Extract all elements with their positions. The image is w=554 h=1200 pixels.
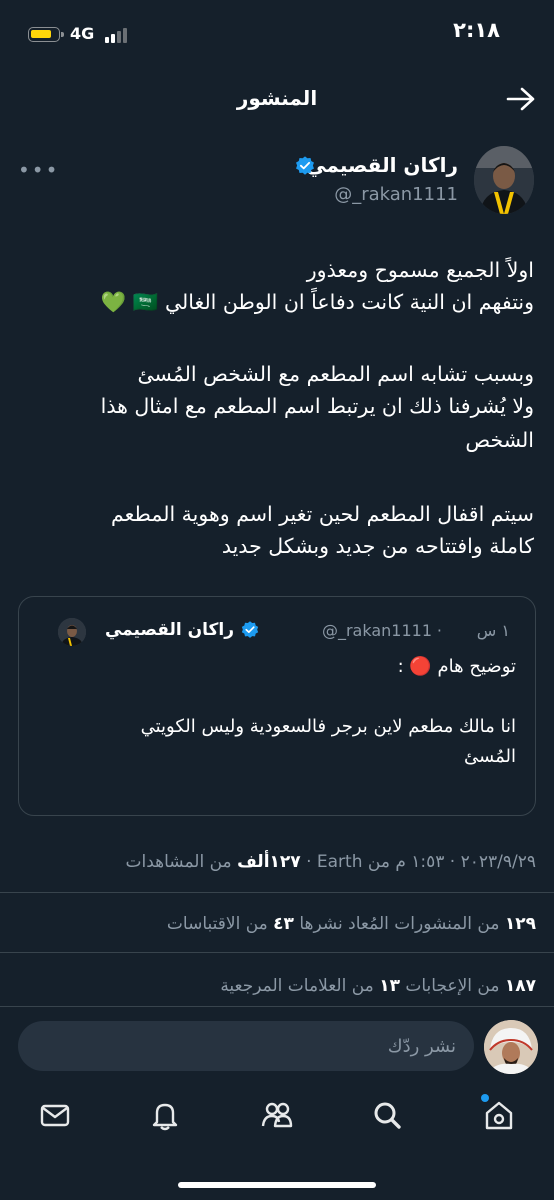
reply-placeholder[interactable]: نشر ردّك: [388, 1036, 456, 1057]
quoted-body-line: توضيح هام 🔴 :: [397, 656, 516, 677]
post-body-line: الشخص: [465, 428, 534, 452]
quoted-post-card[interactable]: [18, 596, 536, 816]
quotes-count: ٤٣: [273, 914, 294, 934]
post-body-line: كاملة وافتتاحه من جديد وبشكل جديد: [221, 534, 534, 558]
quoted-author-handle: @_rakan1111: [321, 621, 432, 640]
likes-count: ١٨٧: [504, 976, 536, 996]
author-name[interactable]: راكان القصيمي: [306, 153, 458, 177]
current-user-avatar[interactable]: [484, 1020, 538, 1074]
divider: [0, 952, 554, 953]
reposts-count: ١٢٩: [504, 914, 536, 934]
quoted-post-time: ١ س: [476, 621, 510, 640]
views-label: من المشاهدات: [125, 852, 232, 872]
author-handle[interactable]: @_rakan1111: [334, 184, 458, 205]
page-title: المنشور: [236, 86, 318, 110]
bookmarks-label[interactable]: من العلامات المرجعية: [220, 976, 373, 996]
reposts-label[interactable]: من المنشورات المُعاد نشرها: [299, 914, 499, 934]
post-body-line: ولا يُشرفنا ذلك ان يرتبط اسم المطعم مع ا…: [100, 394, 534, 418]
stats-row-likes: ١٨٧ من الإعجابات ١٣ من العلامات المرجعية: [220, 976, 536, 996]
people-icon[interactable]: [260, 1098, 294, 1132]
verified-badge-icon: [296, 156, 314, 175]
divider: [0, 1006, 554, 1007]
notification-dot: [481, 1094, 489, 1102]
quoted-body-line: المُسئ: [464, 746, 516, 767]
search-icon[interactable]: [370, 1098, 404, 1132]
quotes-label[interactable]: من الاقتباسات: [167, 914, 268, 934]
quoted-separator-dot: ·: [436, 621, 442, 640]
signal-icon: [105, 27, 127, 43]
post-source: من Earth: [316, 852, 390, 872]
mail-icon[interactable]: [38, 1098, 72, 1132]
bell-icon[interactable]: [148, 1098, 182, 1132]
home-indicator[interactable]: [178, 1182, 376, 1188]
more-options-icon[interactable]: •••: [18, 158, 59, 182]
divider: [0, 892, 554, 893]
back-arrow-icon[interactable]: [506, 86, 536, 112]
quoted-author-name: راكان القصيمي: [104, 620, 234, 640]
quoted-author-avatar: [58, 618, 86, 646]
post-body-line: وبسبب تشابه اسم المطعم مع الشخص المُسئ: [137, 362, 534, 386]
home-icon[interactable]: [482, 1098, 516, 1132]
views-count: ١٢٧ألف: [237, 852, 301, 872]
stats-row-reposts: ١٢٩ من المنشورات المُعاد نشرها ٤٣ من الا…: [167, 914, 536, 934]
network-type: 4G: [70, 24, 95, 43]
post-body-line: سيتم اقفال المطعم لحين تغير اسم وهوية ال…: [111, 502, 534, 526]
author-avatar[interactable]: [474, 146, 534, 214]
post-meta: ٢٠٢٣/٩/٢٩ · ١:٥٣ م من Earth · ١٢٧ألف من …: [125, 852, 537, 872]
post-time: ١:٥٣ م: [395, 852, 445, 872]
battery-icon: [28, 27, 64, 42]
post-body-line: اولاً الجميع مسموح ومعذور: [306, 258, 534, 282]
status-time: ٢:١٨: [453, 18, 500, 42]
post-date: ٢٠٢٣/٩/٢٩: [460, 852, 536, 872]
post-body-line: ونتفهم ان النية كانت دفاعاً ان الوطن الغ…: [100, 290, 534, 314]
likes-label[interactable]: من الإعجابات: [405, 976, 499, 996]
quoted-verified-badge-icon: [241, 621, 259, 638]
quoted-body-line: انا مالك مطعم لاين برجر فالسعودية وليس ا…: [140, 716, 516, 737]
bookmarks-count: ١٣: [379, 976, 400, 996]
